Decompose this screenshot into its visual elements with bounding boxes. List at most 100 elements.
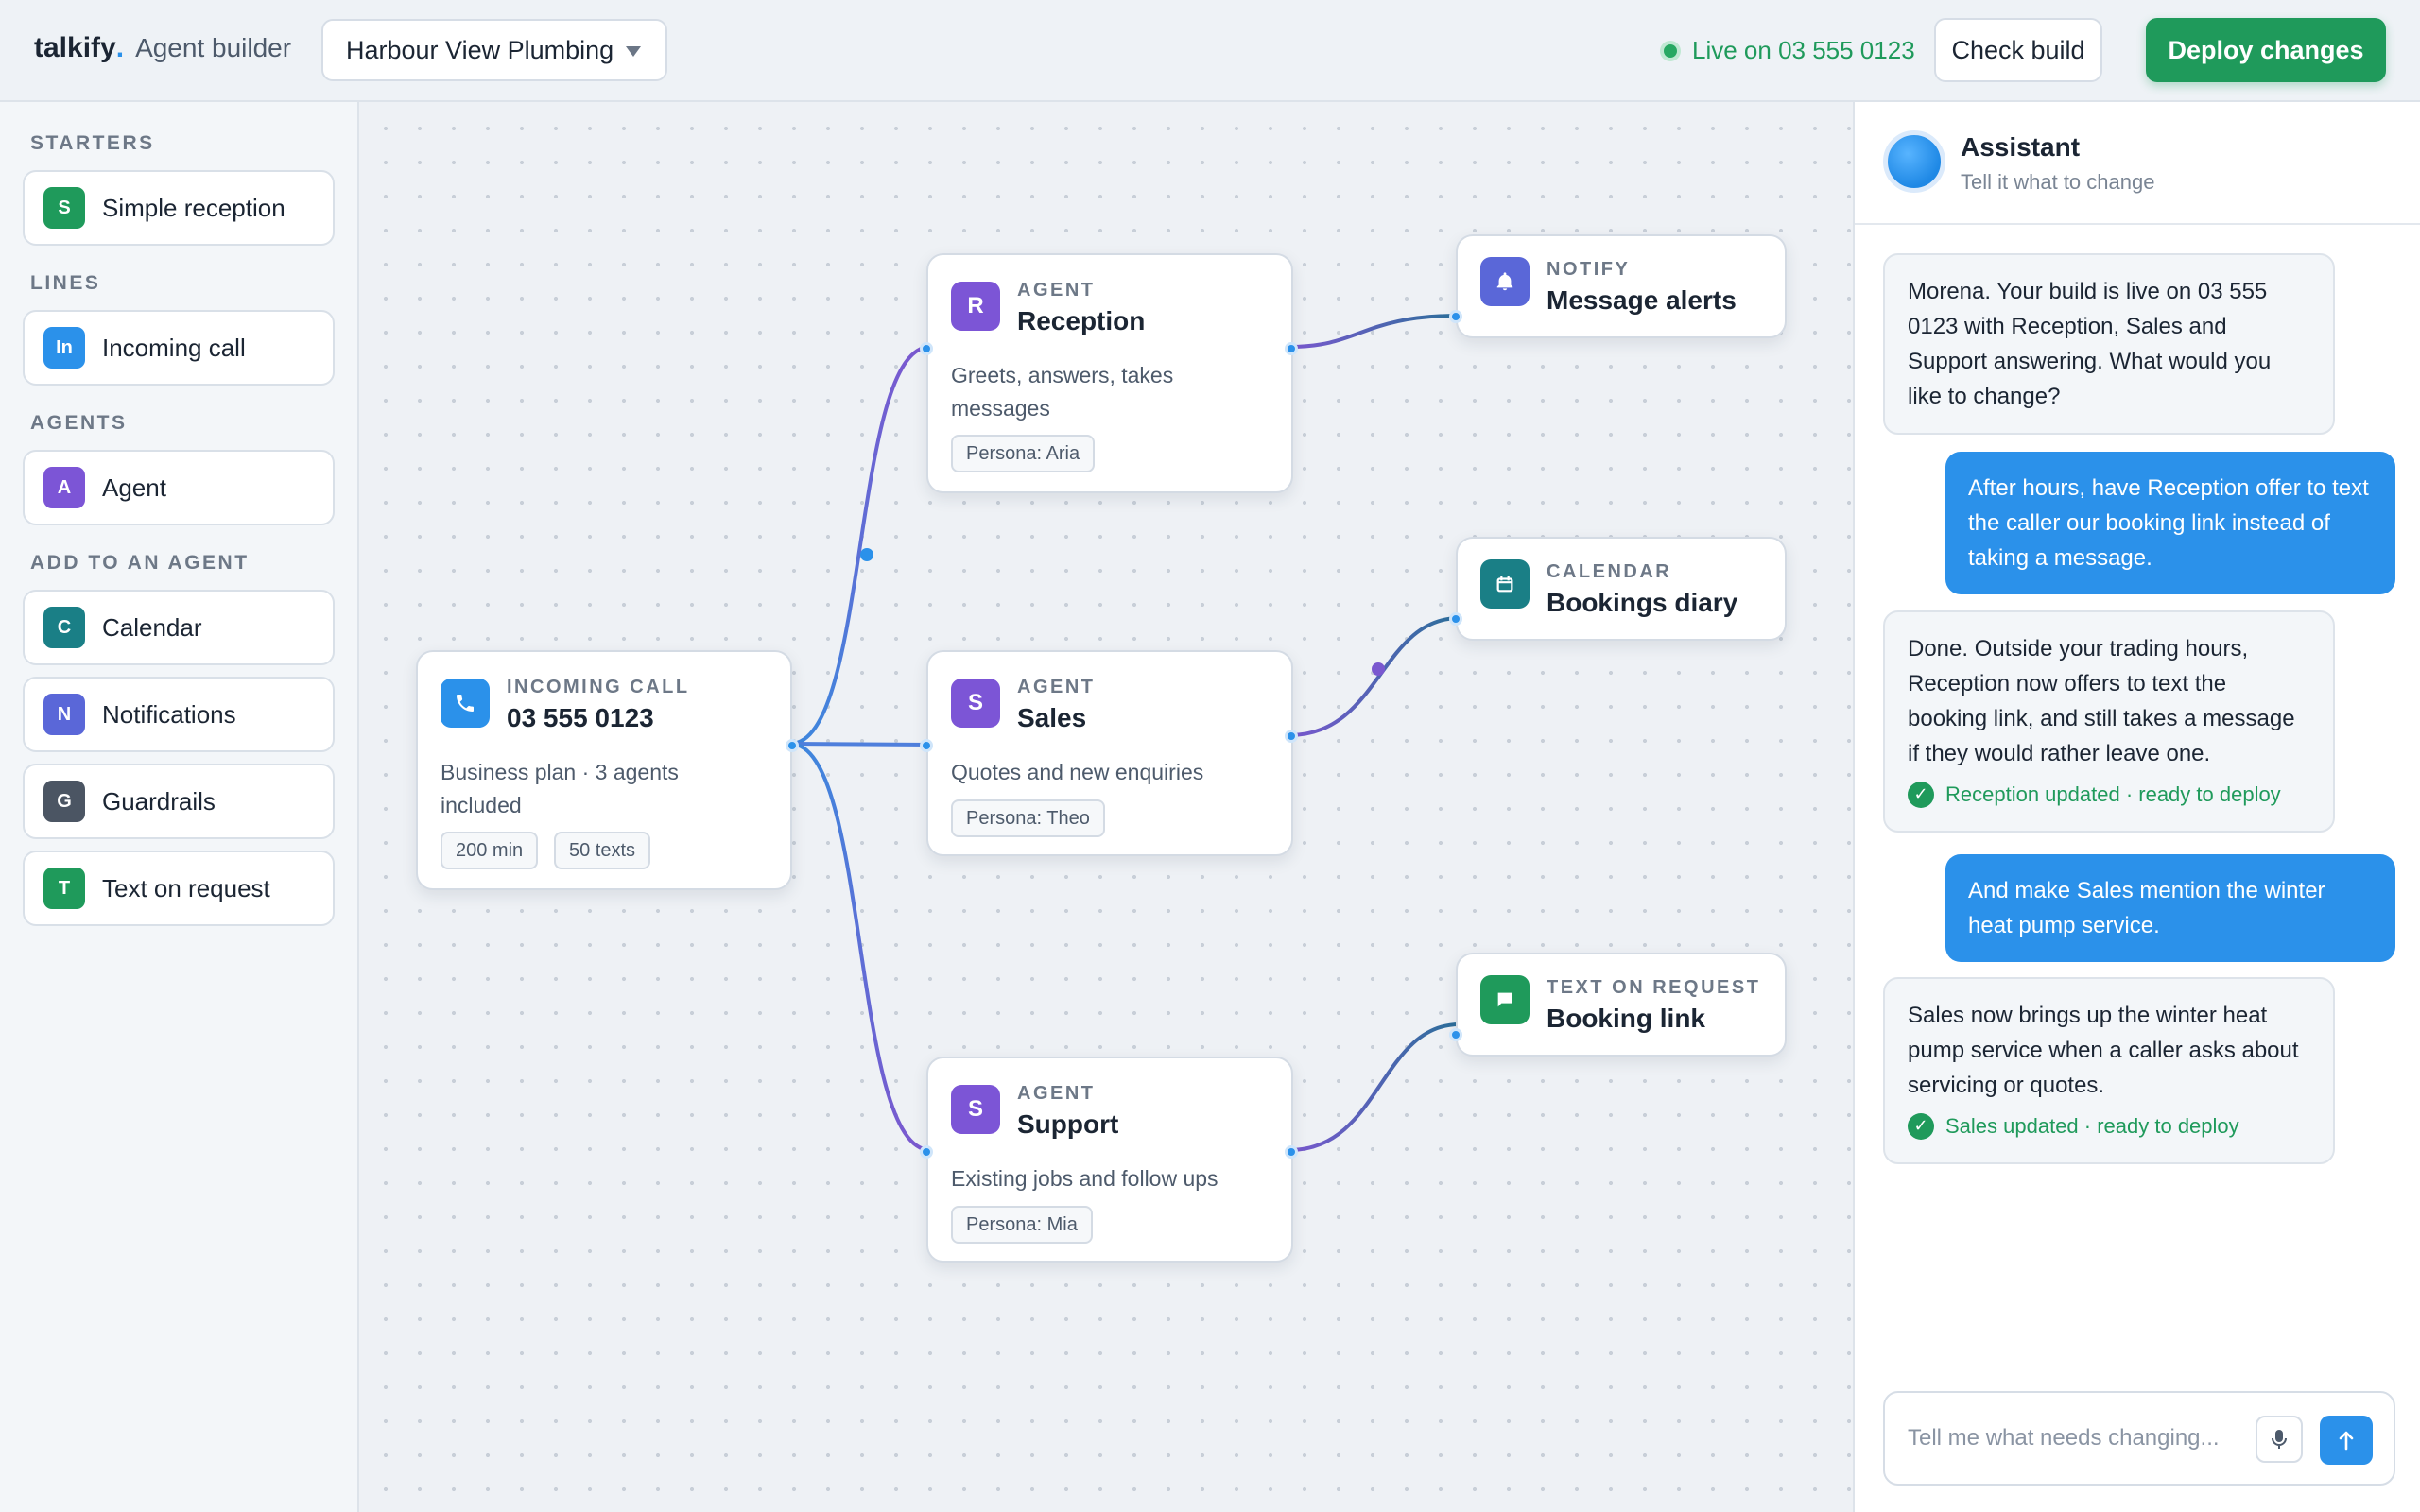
update-status: ✓ Reception updated · ready to deploy bbox=[1908, 777, 2310, 812]
chat-message-user: After hours, have Reception offer to tex… bbox=[1945, 452, 2395, 594]
chat-message-assistant: Sales now brings up the winter heat pump… bbox=[1883, 977, 2335, 1164]
check-icon: ✓ bbox=[1908, 781, 1934, 808]
node-incoming-call[interactable]: INCOMING CALL 03 555 0123 Business plan … bbox=[416, 650, 799, 890]
node-title: Booking link bbox=[1547, 1004, 1705, 1033]
texts-chip: 50 texts bbox=[554, 832, 651, 869]
node-kind-label: AGENT bbox=[1017, 280, 1096, 301]
palette-item-incoming-call[interactable]: In Incoming call bbox=[23, 310, 335, 386]
check-icon: ✓ bbox=[1908, 1112, 1934, 1140]
palette-item-text-on-request[interactable]: T Text on request bbox=[23, 850, 335, 926]
bell-icon bbox=[1480, 257, 1530, 306]
palette-item-guardrails[interactable]: G Guardrails bbox=[23, 764, 335, 839]
sales-badge-icon: S bbox=[951, 679, 1000, 728]
node-calendar-bookings-diary[interactable]: CALENDAR Bookings diary bbox=[1449, 537, 1787, 641]
input-port[interactable] bbox=[920, 739, 933, 752]
node-agent-support[interactable]: S AGENT Support Existing jobs and follow… bbox=[920, 1057, 1298, 1263]
live-dot-icon bbox=[1660, 40, 1681, 61]
brand-dot: . bbox=[115, 32, 125, 63]
section-heading-lines: LINES bbox=[30, 272, 101, 294]
palette-item-label: Incoming call bbox=[102, 333, 246, 362]
send-button[interactable] bbox=[2320, 1416, 2373, 1465]
assistant-subtitle: Tell it what to change bbox=[1961, 170, 2155, 194]
text-on-request-badge-icon: T bbox=[43, 868, 85, 909]
input-port[interactable] bbox=[920, 342, 933, 355]
palette-item-simple-reception[interactable]: S Simple reception bbox=[23, 170, 335, 246]
node-title: Support bbox=[1017, 1109, 1119, 1139]
wire-incoming-to-sales bbox=[789, 742, 931, 747]
calendar-badge-icon: C bbox=[43, 607, 85, 648]
node-description: Existing jobs and follow ups bbox=[951, 1166, 1219, 1191]
wire-incoming-to-reception bbox=[789, 345, 931, 746]
chat-message-assistant: Done. Outside your trading hours, Recept… bbox=[1883, 610, 2335, 833]
input-port[interactable] bbox=[1449, 612, 1462, 626]
persona-chip: Persona: Mia bbox=[951, 1206, 1093, 1244]
message-text: Done. Outside your trading hours, Recept… bbox=[1908, 636, 2295, 766]
input-port[interactable] bbox=[1449, 1028, 1462, 1041]
workspace-selector[interactable]: Harbour View Plumbing bbox=[321, 19, 667, 81]
message-text: Sales now brings up the winter heat pump… bbox=[1908, 1003, 2299, 1098]
calendar-icon bbox=[1480, 559, 1530, 609]
incoming-call-badge-icon: In bbox=[43, 327, 85, 369]
palette-item-label: Notifications bbox=[102, 699, 236, 729]
node-description: Business plan · 3 agents included bbox=[441, 760, 679, 817]
output-port[interactable] bbox=[1285, 342, 1298, 355]
input-port[interactable] bbox=[920, 1145, 933, 1159]
node-kind-label: INCOMING CALL bbox=[507, 677, 690, 697]
output-port[interactable] bbox=[1285, 730, 1298, 743]
phone-icon bbox=[441, 679, 490, 728]
node-agent-reception[interactable]: R AGENT Reception Greets, answers, takes… bbox=[920, 253, 1298, 493]
node-text-booking-link[interactable]: TEXT ON REQUEST Booking link bbox=[1449, 953, 1787, 1057]
persona-chip: Persona: Aria bbox=[951, 435, 1096, 472]
message-text: Morena. Your build is live on 03 555 012… bbox=[1908, 279, 2272, 409]
assistant-panel: Assistant Tell it what to change Morena.… bbox=[1853, 102, 2420, 1512]
wire-incoming-to-support bbox=[789, 742, 931, 1152]
palette-item-label: Agent bbox=[102, 472, 166, 502]
node-kind-label: CALENDAR bbox=[1547, 561, 1672, 582]
node-kind-label: AGENT bbox=[1017, 677, 1096, 697]
chevron-down-icon bbox=[626, 46, 641, 57]
output-port[interactable] bbox=[1285, 1145, 1298, 1159]
update-status: ✓ Sales updated · ready to deploy bbox=[1908, 1108, 2310, 1143]
chat-message-user: And make Sales mention the winter heat p… bbox=[1945, 854, 2395, 962]
palette-item-label: Text on request bbox=[102, 873, 270, 902]
chat-composer bbox=[1883, 1391, 2395, 1486]
node-agent-sales[interactable]: S AGENT Sales Quotes and new enquiries P… bbox=[920, 650, 1298, 856]
message-text: And make Sales mention the winter heat p… bbox=[1968, 878, 2325, 938]
notifications-badge-icon: N bbox=[43, 694, 85, 735]
agent-badge-icon: A bbox=[43, 467, 85, 508]
reception-badge-icon: R bbox=[951, 282, 1000, 331]
deploy-changes-button[interactable]: Deploy changes bbox=[2146, 18, 2386, 82]
update-status-text: Sales updated · ready to deploy bbox=[1945, 1114, 2239, 1138]
simple-reception-badge-icon: S bbox=[43, 187, 85, 229]
app-subtitle: Agent builder bbox=[135, 33, 292, 62]
assistant-avatar bbox=[1883, 130, 1945, 193]
palette-item-label: Simple reception bbox=[102, 193, 285, 222]
minutes-chip: 200 min bbox=[441, 832, 539, 869]
section-heading-starters: STARTERS bbox=[30, 132, 155, 154]
palette-item-calendar[interactable]: C Calendar bbox=[23, 590, 335, 665]
top-bar: talkify. Agent builder Harbour View Plum… bbox=[0, 0, 2420, 102]
node-notify-message-alerts[interactable]: NOTIFY Message alerts bbox=[1449, 234, 1787, 338]
input-port[interactable] bbox=[1449, 310, 1462, 323]
node-kind-label: TEXT ON REQUEST bbox=[1547, 977, 1761, 998]
wire-support-to-text bbox=[1288, 1022, 1461, 1152]
node-description: Quotes and new enquiries bbox=[951, 760, 1204, 784]
update-status-text: Reception updated · ready to deploy bbox=[1945, 782, 2281, 806]
check-build-button[interactable]: Check build bbox=[1934, 18, 2102, 82]
node-description: Greets, answers, takes messages bbox=[951, 363, 1174, 421]
assistant-header: Assistant Tell it what to change bbox=[1855, 102, 2420, 225]
brand-logo[interactable]: talkify. Agent builder bbox=[34, 32, 291, 64]
chat-input[interactable] bbox=[1908, 1419, 2248, 1457]
microphone-button[interactable] bbox=[2256, 1416, 2303, 1463]
workspace-name: Harbour View Plumbing bbox=[346, 35, 614, 64]
output-port[interactable] bbox=[786, 739, 799, 752]
assistant-name: Assistant bbox=[1961, 132, 2081, 162]
flow-canvas[interactable]: INCOMING CALL 03 555 0123 Business plan … bbox=[359, 102, 1853, 1512]
node-kind-label: AGENT bbox=[1017, 1083, 1096, 1104]
palette-item-agent[interactable]: A Agent bbox=[23, 450, 335, 525]
arrow-up-icon bbox=[2339, 1431, 2354, 1451]
palette-item-notifications[interactable]: N Notifications bbox=[23, 677, 335, 752]
node-kind-label: NOTIFY bbox=[1547, 259, 1631, 280]
message-text: After hours, have Reception offer to tex… bbox=[1968, 475, 2369, 571]
palette-item-label: Guardrails bbox=[102, 786, 216, 816]
